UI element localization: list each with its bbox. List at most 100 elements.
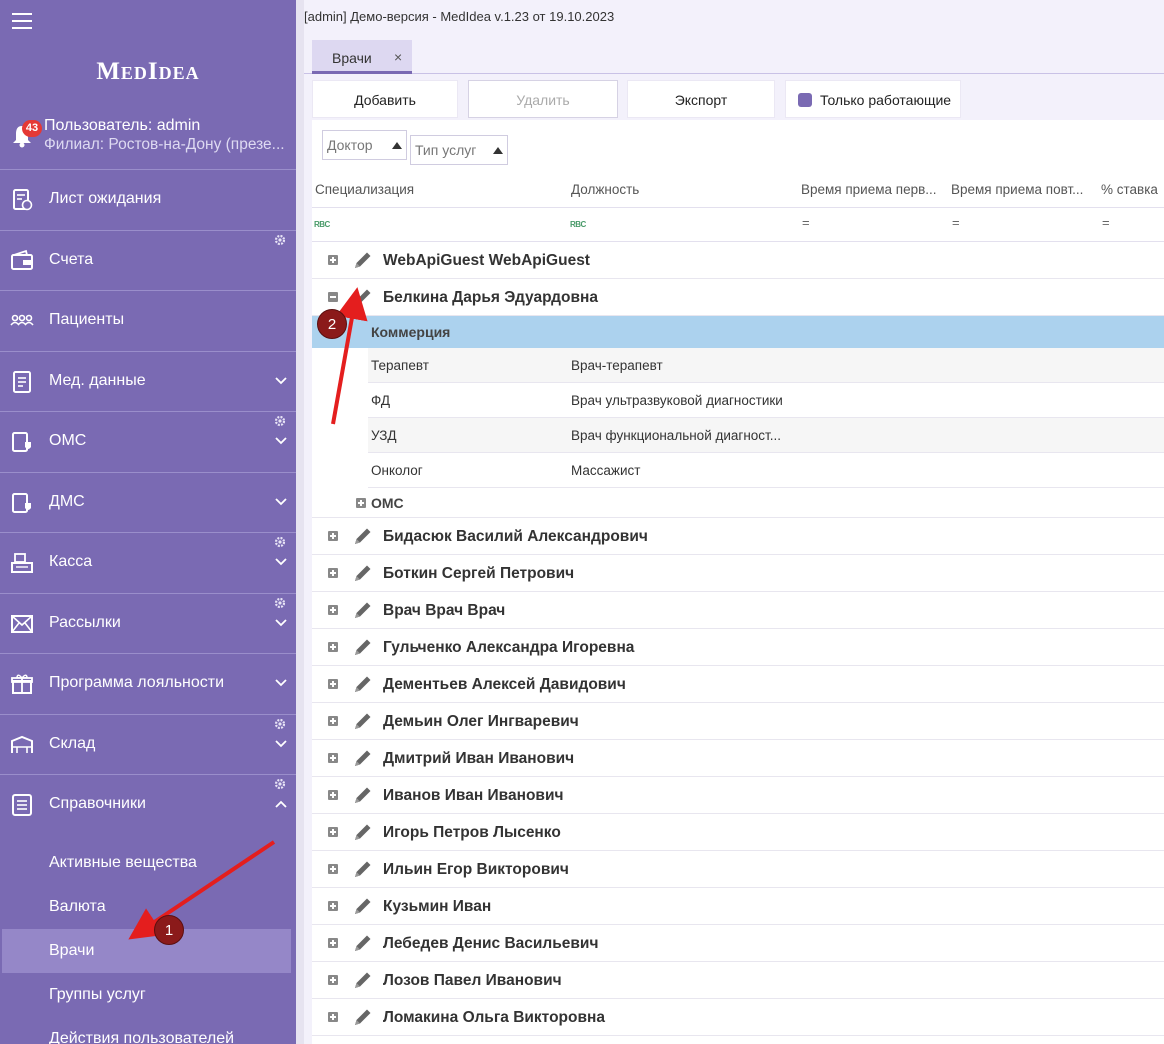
- pencil-edit-icon[interactable]: [352, 895, 374, 917]
- submenu-item[interactable]: Врачи: [2, 928, 291, 973]
- text-filter-icon[interactable]: RBC: [314, 220, 330, 229]
- equals-filter-icon[interactable]: =: [952, 215, 960, 230]
- doctor-filter-dropdown[interactable]: Доктор: [322, 130, 407, 160]
- pencil-edit-icon[interactable]: [352, 747, 374, 769]
- specialization-row[interactable]: Терапевт Врач-терапевт: [368, 348, 1164, 383]
- gear-icon[interactable]: [273, 596, 287, 610]
- doctor-row[interactable]: Боткин Сергей Петрович: [312, 555, 1164, 592]
- doctor-row[interactable]: Кузьмин Иван: [312, 888, 1164, 925]
- gear-icon[interactable]: [273, 717, 287, 731]
- group-row-oms[interactable]: ОМС: [312, 488, 1164, 518]
- gear-icon[interactable]: [273, 777, 287, 791]
- pencil-edit-icon[interactable]: [352, 710, 374, 732]
- doctor-row[interactable]: Ломакина Ольга Викторовна: [312, 999, 1164, 1036]
- submenu-item[interactable]: Группы услуг: [0, 973, 296, 1017]
- equals-filter-icon[interactable]: =: [802, 215, 810, 230]
- pencil-edit-icon[interactable]: [352, 673, 374, 695]
- group-row-commerce[interactable]: Коммерция: [312, 316, 1164, 348]
- doctor-row[interactable]: Бидасюк Василий Александрович: [312, 518, 1164, 555]
- doctor-row[interactable]: Ильин Егор Викторович: [312, 851, 1164, 888]
- gear-icon[interactable]: [273, 414, 287, 428]
- column-header-first-visit-time[interactable]: Время приема перв...: [801, 182, 943, 197]
- chevron-down-icon[interactable]: [274, 374, 288, 388]
- delete-button[interactable]: Удалить: [468, 80, 618, 118]
- expand-plus-icon[interactable]: [328, 716, 338, 726]
- sidebar-item-oms[interactable]: ОМС: [0, 411, 296, 472]
- chevron-down-icon[interactable]: [274, 495, 288, 509]
- sidebar-item-mail[interactable]: Рассылки: [0, 592, 296, 654]
- chevron-down-icon[interactable]: [274, 737, 288, 751]
- expand-plus-icon[interactable]: [328, 790, 338, 800]
- pencil-edit-icon[interactable]: [352, 784, 374, 806]
- tab-doctors[interactable]: Врачи ×: [312, 40, 412, 74]
- only-working-checkbox[interactable]: Только работающие: [785, 80, 961, 118]
- pencil-edit-icon[interactable]: [352, 525, 374, 547]
- specialization-row[interactable]: Онколог Массажист: [368, 453, 1164, 488]
- doctor-row[interactable]: Лебедев Денис Васильевич: [312, 925, 1164, 962]
- specialization-row[interactable]: УЗД Врач функциональной диагност...: [368, 418, 1164, 453]
- doctor-row[interactable]: Дмитрий Иван Иванович: [312, 740, 1164, 777]
- doctor-row[interactable]: Лозов Павел Иванович: [312, 962, 1164, 999]
- sidebar-item-cash-register[interactable]: Касса: [0, 532, 296, 593]
- expand-plus-icon[interactable]: [328, 531, 338, 541]
- chevron-down-icon[interactable]: [274, 616, 288, 630]
- equals-filter-icon[interactable]: =: [1102, 215, 1110, 230]
- column-header-position[interactable]: Должность: [571, 182, 791, 197]
- pencil-edit-icon[interactable]: [352, 932, 374, 954]
- export-button[interactable]: Экспорт: [627, 80, 775, 118]
- sidebar-item-wallet[interactable]: Счета: [0, 229, 296, 291]
- doctor-row-expanded[interactable]: Белкина Дарья Эдуардовна: [312, 279, 1164, 316]
- doctor-row[interactable]: Иванов Иван Иванович: [312, 777, 1164, 814]
- sidebar-item-reference[interactable]: Справочники: [0, 774, 296, 835]
- sidebar-item-medical-data[interactable]: Мед. данные: [0, 350, 296, 412]
- pencil-edit-icon[interactable]: [352, 858, 374, 880]
- doctor-row[interactable]: Дементьев Алексей Давидович: [312, 666, 1164, 703]
- expand-plus-icon[interactable]: [328, 938, 338, 948]
- pencil-edit-icon[interactable]: [352, 562, 374, 584]
- chevron-down-icon[interactable]: [274, 434, 288, 448]
- expand-plus-icon[interactable]: [328, 753, 338, 763]
- expand-plus-icon[interactable]: [328, 827, 338, 837]
- column-header-repeat-visit-time[interactable]: Время приема повт...: [951, 182, 1093, 197]
- gear-icon[interactable]: [273, 535, 287, 549]
- submenu-item[interactable]: Действия пользователей: [0, 1017, 296, 1044]
- sidebar-item-gift[interactable]: Программа лояльности: [0, 653, 296, 714]
- pencil-edit-icon[interactable]: [352, 636, 374, 658]
- chevron-down-icon[interactable]: [274, 555, 288, 569]
- pencil-edit-icon[interactable]: [352, 821, 374, 843]
- sidebar-item-waitlist[interactable]: Лист ожидания: [0, 169, 296, 230]
- expand-plus-icon[interactable]: [328, 679, 338, 689]
- expand-plus-icon[interactable]: [356, 498, 366, 508]
- doctor-row[interactable]: Игорь Петров Лысенко: [312, 814, 1164, 851]
- sidebar-item-warehouse[interactable]: Склад: [0, 713, 296, 775]
- gear-icon[interactable]: [273, 233, 287, 247]
- text-filter-icon[interactable]: RBC: [570, 220, 586, 229]
- pencil-edit-icon[interactable]: [352, 1006, 374, 1028]
- submenu-item[interactable]: Активные вещества: [0, 841, 296, 885]
- collapse-minus-icon[interactable]: [328, 292, 338, 302]
- service-type-filter-dropdown[interactable]: Тип услуг: [410, 135, 508, 165]
- add-button[interactable]: Добавить: [312, 80, 458, 118]
- pencil-edit-icon[interactable]: [352, 286, 374, 308]
- specialization-row[interactable]: ФД Врач ультразвуковой диагностики: [368, 383, 1164, 418]
- expand-plus-icon[interactable]: [328, 255, 338, 265]
- sidebar-item-dms[interactable]: ДМС: [0, 471, 296, 533]
- tab-close-icon[interactable]: ×: [394, 49, 402, 65]
- doctor-row[interactable]: Врач Врач Врач: [312, 592, 1164, 629]
- pencil-edit-icon[interactable]: [352, 969, 374, 991]
- sidebar-item-patients[interactable]: Пациенты: [0, 290, 296, 351]
- chevron-down-icon[interactable]: [274, 676, 288, 690]
- hamburger-menu-icon[interactable]: [12, 13, 32, 29]
- expand-plus-icon[interactable]: [328, 901, 338, 911]
- expand-plus-icon[interactable]: [328, 605, 338, 615]
- column-header-rate-percent[interactable]: % ставка: [1101, 182, 1163, 197]
- column-header-specialization[interactable]: Специализация: [315, 182, 555, 197]
- doctor-row[interactable]: WebApiGuest WebApiGuest: [312, 242, 1164, 279]
- submenu-item[interactable]: Валюта: [0, 885, 296, 929]
- doctor-row[interactable]: Гульченко Александра Игоревна: [312, 629, 1164, 666]
- expand-plus-icon[interactable]: [328, 642, 338, 652]
- expand-plus-icon[interactable]: [328, 864, 338, 874]
- pencil-edit-icon[interactable]: [352, 599, 374, 621]
- branch-name[interactable]: Филиал: Ростов-на-Дону (презе...: [44, 136, 296, 154]
- pencil-edit-icon[interactable]: [352, 249, 374, 271]
